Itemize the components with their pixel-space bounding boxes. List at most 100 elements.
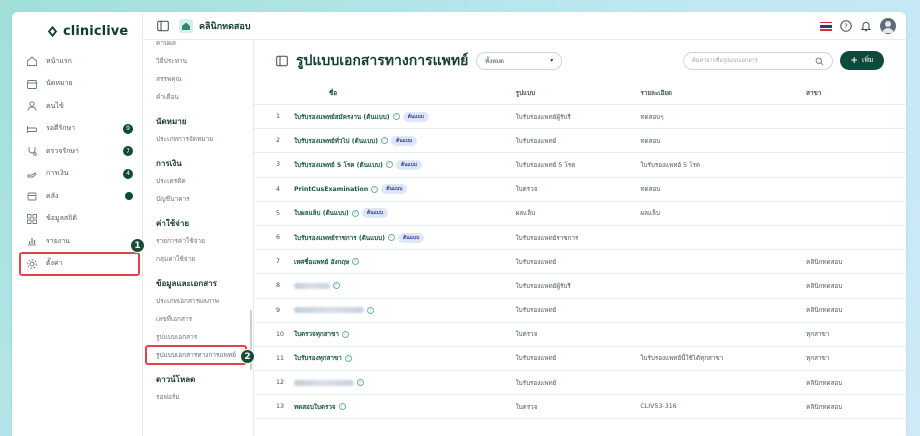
document-name-link[interactable]: ใบผลแล็บ (ต้นแบบ) bbox=[294, 208, 349, 218]
row-detail: ทดสอบ bbox=[640, 186, 661, 194]
verified-check-icon: ✓ bbox=[385, 161, 393, 169]
document-name-link[interactable]: ใบรับรองแพทย์ราชการ (ต้นแบบ) bbox=[294, 233, 385, 243]
table-row[interactable]: 3 ใบรับรองแพทย์ 5 โรค (ต้นแบบ) ✓ ต้นแบบ ใบรั… bbox=[254, 153, 906, 178]
row-type: ใบรับรองแพทย์ผู้รับรี bbox=[515, 113, 571, 121]
table-row[interactable]: 9 ✓ ใบรับรองแพทย์ คลินิกทดสอบ bbox=[254, 299, 906, 323]
filter-select[interactable]: ทั้งหมด ▾ bbox=[476, 51, 563, 70]
sidebar-item-calendar[interactable]: นัดหมาย bbox=[12, 73, 143, 96]
help-icon[interactable]: ? bbox=[840, 20, 852, 32]
submenu-item[interactable]: สรรพคุณ bbox=[143, 70, 253, 88]
submenu-item[interactable]: ประเภทการจัดหมาย bbox=[143, 130, 253, 148]
table-row[interactable]: 11 ใบรับรองทุกสาขา ✓ ใบรับรองแพทย์ ใบรับรองแ… bbox=[254, 347, 906, 372]
add-button-label: เพิ่ม bbox=[861, 56, 874, 64]
row-branch: คลินิกทดสอบ bbox=[806, 307, 843, 315]
clinic-name[interactable]: คลินิกทดสอบ bbox=[199, 19, 251, 33]
sidebar-item-box[interactable]: คลัง bbox=[12, 185, 143, 208]
document-name-link[interactable]: เทศชื่อแพทย์ อังกฤษ bbox=[294, 257, 349, 267]
home-icon bbox=[27, 56, 37, 67]
submenu-item[interactable]: คาบผล bbox=[143, 40, 253, 52]
row-branch: ทุกสาขา bbox=[806, 331, 830, 339]
sidebar-item-gear[interactable]: ตั้งค่า bbox=[19, 251, 140, 276]
submenu-item[interactable]: รอฟอร์ม bbox=[143, 388, 253, 406]
document-name-link[interactable]: ใบรับรองแพทย์สมัครงาน (ต้นแบบ) bbox=[294, 112, 390, 122]
table-row[interactable]: 2 ใบรับรองแพทย์ทั่วไป (ต้นแบบ) ✓ ต้นแบบ ใบรั… bbox=[254, 129, 906, 154]
table-row[interactable]: 13 ทดสอบใบตรวจ ✓ ใบตรวจ CLIV53-316 คลินิกทดสอ… bbox=[254, 395, 906, 420]
thai-flag-icon[interactable] bbox=[820, 21, 832, 31]
table-row[interactable]: 8 ✓ ใบรับรองแพทย์ผู้รับรี คลินิกทดสอบ bbox=[254, 274, 906, 299]
status-dot bbox=[125, 192, 133, 200]
cash-icon bbox=[27, 172, 37, 178]
app-logo[interactable]: cliniclive bbox=[46, 24, 128, 39]
user-avatar[interactable] bbox=[880, 18, 896, 34]
submenu-item[interactable]: ประเครดิต bbox=[143, 172, 253, 190]
add-button[interactable]: + เพิ่ม bbox=[840, 51, 884, 70]
row-number: 7 bbox=[276, 258, 281, 266]
callout-2: 2 bbox=[240, 349, 255, 364]
document-name-link[interactable]: ใบตรวจทุกสาขา bbox=[294, 329, 339, 339]
submenu-item[interactable]: รูปแบบเอกสาร bbox=[143, 328, 253, 346]
search-input[interactable]: ค้นหาจากชื่อรูปแบบเอกสาร bbox=[683, 52, 833, 70]
bell-icon[interactable] bbox=[860, 20, 872, 32]
header-name[interactable]: ชื่อ bbox=[294, 88, 516, 98]
table-row[interactable]: 12 ✓ ใบรับรองแพทย์ คลินิกทดสอบ bbox=[254, 371, 906, 396]
redacted-name bbox=[293, 307, 364, 314]
sidebar-item-stethoscope[interactable]: ตรวจรักษา 7 bbox=[12, 140, 143, 163]
table-body: 1 ใบรับรองแพทย์สมัครงาน (ต้นแบบ) ✓ ต้นแบบ ใบ… bbox=[254, 105, 906, 420]
verified-check-icon: ✓ bbox=[338, 403, 346, 411]
row-number: 5 bbox=[276, 209, 281, 217]
verified-check-icon: ✓ bbox=[392, 113, 400, 121]
redacted-name bbox=[293, 379, 354, 386]
callout-1: 1 bbox=[130, 238, 145, 253]
submenu-item[interactable]: กลุ่มค่าใช้จ่าย bbox=[143, 250, 253, 268]
document-name-link[interactable]: ใบรับรองแพทย์ทั่วไป (ต้นแบบ) bbox=[294, 136, 378, 146]
row-name-cell: ใบรับรองแพทย์ทั่วไป (ต้นแบบ) ✓ ต้นแบบ bbox=[294, 135, 516, 146]
table-row[interactable]: 7 เทศชื่อแพทย์ อังกฤษ ✓ ใบรับรองแพทย์ คลินิก… bbox=[254, 250, 906, 275]
submenu-item[interactable]: วิธีประทาน bbox=[143, 52, 253, 70]
header-branch[interactable]: สาขา bbox=[806, 88, 906, 98]
header-type[interactable]: รูปแบบ bbox=[516, 88, 641, 98]
row-detail: ใบรับรองแพทย์ 5 โรค bbox=[640, 161, 701, 169]
sidebar-item-home[interactable]: หน้าแรก bbox=[12, 50, 143, 73]
table-row[interactable]: 1 ใบรับรองแพทย์สมัครงาน (ต้นแบบ) ✓ ต้นแบบ ใบ… bbox=[254, 105, 906, 130]
sidebar-toggle-icon[interactable] bbox=[157, 20, 169, 32]
sidebar-item-label: รอตีรักษา bbox=[46, 124, 76, 133]
row-number: 3 bbox=[276, 161, 281, 169]
top-right-actions: ? bbox=[820, 18, 896, 34]
sidebar-item-label: รายงาน bbox=[46, 236, 70, 245]
sidebar-item-grid[interactable]: ข้อมูลสถิติ bbox=[12, 208, 143, 231]
document-name-link[interactable]: ใบรับรองแพทย์ 5 โรค (ต้นแบบ) bbox=[294, 160, 383, 170]
document-name-link[interactable]: PrintCusExamination bbox=[294, 186, 368, 193]
row-name-cell: ใบตรวจทุกสาขา ✓ bbox=[294, 329, 516, 339]
document-name-link[interactable]: ทดสอบใบตรวจ bbox=[294, 402, 336, 412]
template-tag: ต้นแบบ bbox=[395, 159, 423, 170]
sidebar-item-chart[interactable]: รายงาน bbox=[12, 230, 143, 253]
row-type: ใบตรวจ bbox=[515, 403, 538, 411]
verified-check-icon: ✓ bbox=[351, 209, 359, 217]
row-detail: ทดสอบ bbox=[640, 137, 661, 145]
submenu-item[interactable]: รายการค่าใช้จ่าย bbox=[143, 232, 253, 250]
sidebar-item-bed[interactable]: รอตีรักษา 9 bbox=[12, 118, 143, 141]
sidebar-item-cash[interactable]: การเงิน 4 bbox=[12, 163, 143, 186]
submenu-item[interactable]: รูปแบบเอกสารทางการแพทย์ bbox=[145, 345, 247, 365]
page-header: รูปแบบเอกสารทางการแพทย์ ทั้งหมด ▾ ค้นหาจ… bbox=[254, 40, 906, 81]
row-name-cell: ใบรับรองแพทย์ 5 โรค (ต้นแบบ) ✓ ต้นแบบ bbox=[294, 159, 516, 170]
header-detail[interactable]: รายละเอียด bbox=[640, 88, 806, 98]
document-name-link[interactable]: ใบรับรองทุกสาขา bbox=[294, 353, 342, 363]
template-tag: ต้นแบบ bbox=[402, 111, 429, 122]
table-row[interactable]: 10 ใบตรวจทุกสาขา ✓ ใบตรวจ ทุกสาขา bbox=[254, 323, 906, 347]
sidebar-item-user[interactable]: คนไข้ bbox=[12, 95, 143, 118]
table-row[interactable]: 4 PrintCusExamination ✓ ต้นแบบ ใบตรวจ ทดสอบ bbox=[254, 178, 906, 202]
sidebar-item-label: ข้อมูลสถิติ bbox=[46, 214, 77, 223]
row-name-cell: ✓ bbox=[293, 282, 516, 290]
submenu-item[interactable]: เลขที่เอกสาร bbox=[143, 310, 253, 328]
row-number: 13 bbox=[276, 403, 285, 411]
submenu-item[interactable]: คำเตือน bbox=[143, 88, 253, 106]
row-number: 2 bbox=[276, 137, 281, 145]
table-row[interactable]: 5 ใบผลแล็บ (ต้นแบบ) ✓ ต้นแบบ ผลแล็บ ผลแล็บ bbox=[254, 202, 906, 226]
table-row[interactable]: 6 ใบรับรองแพทย์ราชการ (ต้นแบบ) ✓ ต้นแบบ ใบรั… bbox=[254, 226, 906, 251]
submenu-item[interactable]: บัญชีนาคาร bbox=[143, 190, 253, 208]
submenu-item[interactable]: ประเภทเอกสารผลภาพ bbox=[143, 292, 253, 310]
row-detail: ใบรับรองแพทย์นี้ใช้ได้ทุกสาขา bbox=[640, 355, 724, 363]
plus-icon: + bbox=[850, 55, 858, 66]
row-name-cell: ใบรับรองทุกสาขา ✓ bbox=[294, 353, 516, 363]
